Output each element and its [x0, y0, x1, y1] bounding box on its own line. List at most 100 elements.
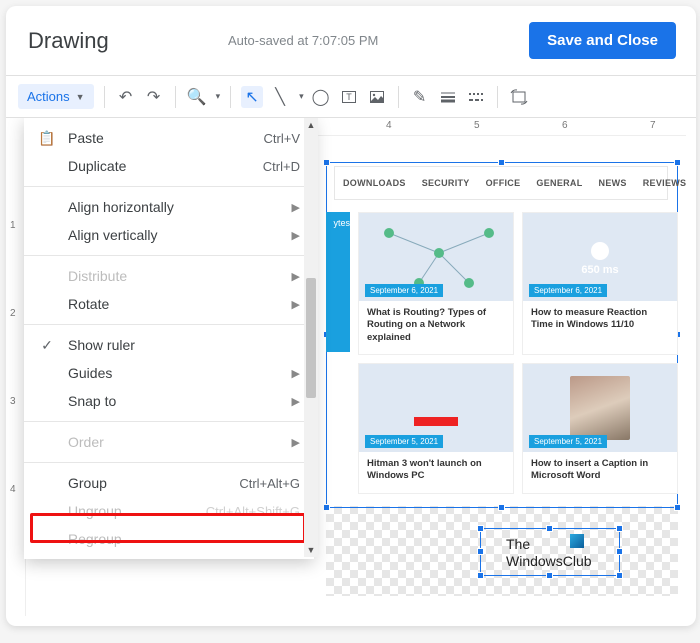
scroll-up-icon[interactable]: ▲ — [304, 118, 318, 132]
pencil-icon[interactable]: ✎ — [409, 86, 431, 108]
clipped-text: ytes — [333, 218, 350, 228]
nav-link: OFFICE — [478, 178, 529, 188]
menu-item-rotate[interactable]: Rotate ▶ — [24, 290, 314, 318]
textbox-tool-icon[interactable]: T — [338, 86, 360, 108]
menu-label: Align vertically — [68, 227, 157, 243]
selection-handle[interactable] — [616, 525, 623, 532]
menu-label: Guides — [68, 365, 112, 381]
menu-label: Group — [68, 475, 107, 491]
submenu-arrow-icon: ▶ — [292, 270, 300, 283]
zoom-icon[interactable]: 🔍 — [186, 86, 208, 108]
menu-label: Rotate — [68, 296, 109, 312]
embedded-card: 650 ms September 6, 2021 How to measure … — [522, 212, 678, 355]
menu-item-align-horizontal[interactable]: Align horizontally ▶ — [24, 193, 314, 221]
card-date: September 5, 2021 — [529, 435, 607, 448]
menu-item-order: Order ▶ — [24, 428, 314, 456]
shortcut: Ctrl+Alt+Shift+G — [206, 504, 300, 519]
scroll-down-icon[interactable]: ▼ — [304, 543, 318, 557]
redo-icon[interactable]: ↷ — [143, 86, 165, 108]
menu-item-show-ruler[interactable]: ✓ Show ruler — [24, 331, 314, 359]
actions-menu-button[interactable]: Actions ▼ — [18, 84, 94, 109]
card-thumbnail: September 6, 2021 — [359, 213, 513, 301]
shortcut: Ctrl+V — [264, 131, 300, 146]
logo-square-icon — [570, 534, 584, 548]
clipboard-icon: 📋 — [38, 130, 56, 147]
menu-label: Align horizontally — [68, 199, 174, 215]
line-weight-icon[interactable] — [437, 86, 459, 108]
menu-label: Order — [68, 434, 104, 450]
menu-label: Show ruler — [68, 337, 135, 353]
selection-handle[interactable] — [477, 572, 484, 579]
ruler-tick: 7 — [650, 120, 656, 131]
red-tag — [414, 417, 458, 426]
ruler-tick: 4 — [386, 120, 392, 131]
menu-scrollbar[interactable]: ▲ ▼ — [304, 118, 318, 557]
selection-handle[interactable] — [616, 572, 623, 579]
separator — [230, 86, 231, 108]
menu-label: Duplicate — [68, 158, 126, 174]
selection-handle[interactable] — [674, 504, 681, 511]
selection-handle[interactable] — [323, 159, 330, 166]
nav-link: GENERAL — [528, 178, 590, 188]
selection-handle[interactable] — [498, 504, 505, 511]
selection-handle[interactable] — [323, 504, 330, 511]
chevron-down-icon: ▾ — [216, 91, 221, 102]
submenu-arrow-icon: ▶ — [292, 229, 300, 242]
submenu-arrow-icon: ▶ — [292, 298, 300, 311]
badge-text: 650 ms — [581, 264, 618, 276]
shape-tool-icon[interactable]: ◯ — [310, 86, 332, 108]
vertical-ruler: 1 2 3 4 — [6, 136, 26, 616]
embedded-card: September 6, 2021 What is Routing? Types… — [358, 212, 514, 355]
selection-handle[interactable] — [616, 548, 623, 555]
card-date: September 6, 2021 — [365, 284, 443, 297]
actions-label: Actions — [27, 89, 70, 104]
selection-handle[interactable] — [674, 159, 681, 166]
menu-label: Regroup — [68, 531, 122, 547]
menu-item-group[interactable]: Group Ctrl+Alt+G — [24, 469, 314, 497]
menu-label: Distribute — [68, 268, 127, 284]
save-and-close-button[interactable]: Save and Close — [529, 22, 676, 59]
checkmark-icon: ✓ — [38, 337, 56, 354]
line-tool-icon[interactable]: ╲ — [269, 86, 291, 108]
embedded-site-nav: DOWNLOADS SECURITY OFFICE GENERAL NEWS R… — [334, 166, 668, 200]
ruler-tick: 2 — [10, 308, 16, 319]
selection-handle[interactable] — [477, 525, 484, 532]
embedded-card: September 5, 2021 Hitman 3 won't launch … — [358, 363, 514, 494]
selection-handle[interactable] — [546, 525, 553, 532]
menu-item-guides[interactable]: Guides ▶ — [24, 359, 314, 387]
chevron-down-icon: ▼ — [76, 92, 85, 102]
undo-icon[interactable]: ↶ — [115, 86, 137, 108]
scroll-thumb[interactable] — [306, 278, 316, 398]
autosave-status: Auto-saved at 7:07:05 PM — [228, 33, 529, 48]
separator — [398, 86, 399, 108]
menu-label: Ungroup — [68, 503, 122, 519]
image-tool-icon[interactable] — [366, 86, 388, 108]
embedded-logo: The WindowsClub — [506, 536, 592, 570]
menu-item-align-vertical[interactable]: Align vertically ▶ — [24, 221, 314, 249]
ruler-tick: 6 — [562, 120, 568, 131]
card-thumbnail: September 5, 2021 — [359, 364, 513, 452]
chevron-down-icon: ▾ — [299, 91, 304, 102]
nav-link: ABOUT — [694, 178, 696, 188]
shortcut: Ctrl+D — [263, 159, 300, 174]
line-dash-icon[interactable] — [465, 86, 487, 108]
select-tool-icon[interactable]: ↖ — [241, 86, 263, 108]
menu-separator — [24, 462, 314, 463]
replace-image-icon[interactable] — [508, 86, 530, 108]
menu-label: Paste — [68, 130, 104, 146]
menu-separator — [24, 421, 314, 422]
selection-handle[interactable] — [498, 159, 505, 166]
submenu-arrow-icon: ▶ — [292, 201, 300, 214]
menu-item-paste[interactable]: 📋 Paste Ctrl+V — [24, 124, 314, 152]
nav-link: SECURITY — [414, 178, 478, 188]
selection-handle[interactable] — [477, 548, 484, 555]
selection-handle[interactable] — [546, 572, 553, 579]
menu-item-duplicate[interactable]: Duplicate Ctrl+D — [24, 152, 314, 180]
menu-item-regroup: Regroup — [24, 525, 314, 553]
menu-separator — [24, 186, 314, 187]
submenu-arrow-icon: ▶ — [292, 436, 300, 449]
nav-link: DOWNLOADS — [335, 178, 414, 188]
menu-item-snap-to[interactable]: Snap to ▶ — [24, 387, 314, 415]
drawing-title: Drawing — [28, 28, 228, 54]
submenu-arrow-icon: ▶ — [292, 395, 300, 408]
